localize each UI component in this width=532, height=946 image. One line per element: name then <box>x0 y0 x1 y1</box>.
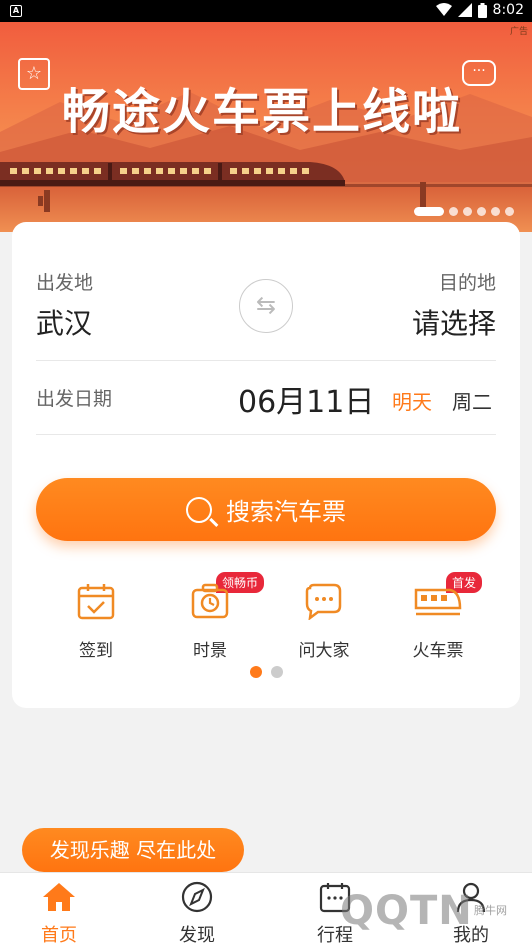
quick-entry-label: 签到 <box>79 641 113 661</box>
swap-arrows-icon[interactable]: ⇆ <box>239 279 293 333</box>
pager-dot <box>271 666 283 678</box>
watermark: QQTN <box>340 888 473 934</box>
divider <box>36 434 496 435</box>
tab-label: 发现 <box>179 925 215 946</box>
banner-dot <box>477 207 486 216</box>
watermark-small: 腾牛网 <box>474 904 507 917</box>
search-icon <box>186 496 212 523</box>
quick-entry-label: 时景 <box>193 641 227 661</box>
quick-entry-label: 火车票 <box>412 641 464 661</box>
quick-entry-moments[interactable]: 领畅币 时景 <box>160 572 265 661</box>
banner-headline: 畅途火车票上线啦 <box>62 84 463 140</box>
date-label: 出发日期 <box>36 388 113 410</box>
tab-home[interactable]: 首页 <box>14 881 104 946</box>
search-bus-ticket-button[interactable]: 搜索汽车票 <box>36 478 496 541</box>
discover-tooltip[interactable]: 发现乐趣 尽在此处 <box>22 828 244 872</box>
search-button-label: 搜索汽车票 <box>226 498 346 526</box>
pager-dot <box>250 666 262 678</box>
quick-entry-pager <box>250 666 283 678</box>
camera-clock-icon <box>191 583 229 619</box>
banner-dot <box>491 207 500 216</box>
wifi-icon <box>435 3 452 16</box>
clock: 8:02 <box>492 2 524 18</box>
tab-label: 首页 <box>41 925 77 946</box>
banner-pager <box>414 207 514 216</box>
calendar-check-icon <box>77 584 115 620</box>
departure-date[interactable]: 06月11日 <box>238 377 374 421</box>
banner-dot <box>414 207 444 216</box>
booking-card: 出发地 武汉 ⇆ 目的地 请选择 出发日期 06月11日 明天 周二 搜索汽车票… <box>12 222 520 708</box>
promo-banner[interactable]: 广告 ☆ ··· 畅途火车票上线啦 <box>0 22 532 232</box>
quick-entry-checkin[interactable]: 签到 <box>46 582 146 661</box>
departure-label: 出发地 <box>36 272 94 294</box>
battery-icon <box>477 2 487 18</box>
compass-icon <box>181 881 213 913</box>
relative-day: 明天 <box>392 390 432 414</box>
tab-discover[interactable]: 发现 <box>152 881 242 946</box>
chat-icon: ··· <box>462 60 496 86</box>
quick-entry-ask[interactable]: 问大家 <box>274 582 374 661</box>
banner-dot <box>505 207 514 216</box>
train-graphic <box>0 162 345 186</box>
destination-label: 目的地 <box>438 272 496 294</box>
banner-dot <box>449 207 458 216</box>
chat-bubbles-icon <box>305 583 342 621</box>
signal-icon <box>457 3 472 17</box>
banner-dot <box>463 207 472 216</box>
quick-entry-label: 问大家 <box>298 641 350 661</box>
quick-entry-train[interactable]: 首发 火车票 <box>388 572 488 661</box>
departure-city[interactable]: 武汉 <box>36 302 92 342</box>
home-icon <box>43 883 75 911</box>
status-bar: A 8:02 <box>0 0 532 22</box>
app-notification-icon: A <box>10 5 22 17</box>
divider <box>36 360 496 361</box>
destination-city[interactable]: 请选择 <box>412 302 496 342</box>
star-icon: ☆ <box>18 58 50 90</box>
train-icon <box>414 588 462 616</box>
weekday: 周二 <box>452 390 492 414</box>
ad-tag: 广告 <box>509 27 528 37</box>
